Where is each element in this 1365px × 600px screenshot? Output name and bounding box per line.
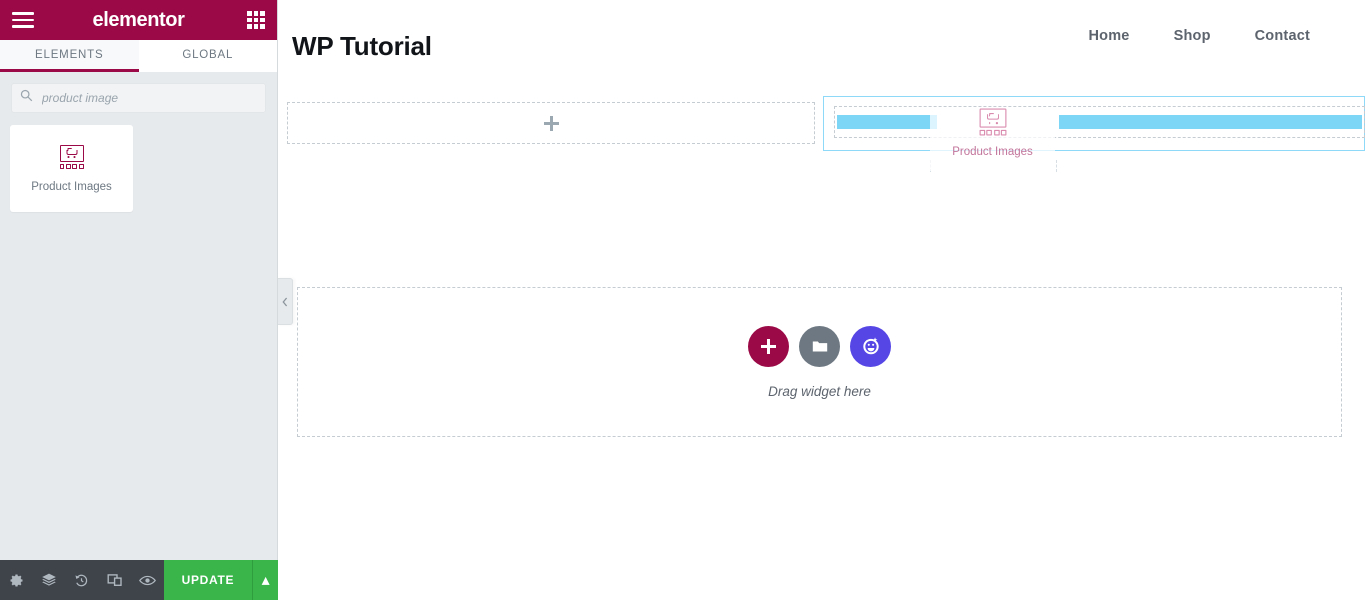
widget-results-list: Product Images xyxy=(0,113,277,212)
chevron-left-icon xyxy=(282,297,288,306)
tab-global[interactable]: GLOBAL xyxy=(138,40,277,72)
preview-canvas: WP Tutorial Home Shop Contact Product Im… xyxy=(279,0,1365,600)
empty-column-left[interactable] xyxy=(287,102,815,144)
drop-placeholder-bar-right xyxy=(1059,115,1362,129)
nav-link-home[interactable]: Home xyxy=(1088,28,1129,44)
site-header: WP Tutorial Home Shop Contact xyxy=(279,0,1365,92)
tab-elements[interactable]: ELEMENTS xyxy=(0,40,139,72)
add-template-button[interactable] xyxy=(799,325,840,367)
section-guide-tick xyxy=(1056,160,1057,172)
drop-placeholder-row xyxy=(834,106,1365,138)
search-box[interactable] xyxy=(11,83,266,113)
settings-gear-icon[interactable] xyxy=(0,560,33,600)
nav-link-contact[interactable]: Contact xyxy=(1255,28,1310,44)
search-area xyxy=(0,72,277,113)
navigator-layers-icon[interactable] xyxy=(33,560,66,600)
folder-icon xyxy=(812,340,827,352)
elementor-logo: elementor xyxy=(92,8,185,31)
elementor-editor: elementor ELEMENTS GLOBAL product image … xyxy=(0,0,1365,600)
editor-panel: elementor ELEMENTS GLOBAL product image … xyxy=(0,0,279,600)
panel-tabs: ELEMENTS GLOBAL xyxy=(0,40,277,72)
panel-footer: UPDATE ▴ xyxy=(0,560,279,600)
grid-apps-icon[interactable] xyxy=(247,11,265,29)
hamburger-menu-icon[interactable] xyxy=(12,12,34,28)
widget-card-product-images[interactable]: Product Images xyxy=(10,125,133,212)
add-buttons-group xyxy=(748,325,891,367)
panel-collapse-handle[interactable] xyxy=(278,278,293,325)
product-images-icon xyxy=(59,144,85,169)
elementor-ai-button[interactable] xyxy=(850,325,891,367)
ai-face-icon xyxy=(862,337,879,355)
plus-icon[interactable] xyxy=(543,115,559,131)
plus-icon xyxy=(761,338,776,354)
section-top: Product Images xyxy=(279,96,1365,172)
search-input[interactable] xyxy=(40,90,240,106)
drag-widget-hint: Drag widget here xyxy=(768,383,871,399)
empty-section-drop-zone[interactable]: Drag widget here xyxy=(297,287,1342,437)
site-nav: Home Shop Contact xyxy=(1088,28,1310,44)
section-guide-tick xyxy=(930,160,931,172)
search-icon xyxy=(20,89,33,107)
nav-link-shop[interactable]: Shop xyxy=(1174,28,1211,44)
update-options-caret-icon[interactable]: ▴ xyxy=(252,560,279,600)
preview-eye-icon[interactable] xyxy=(131,560,164,600)
widget-card-label: Product Images xyxy=(31,180,112,193)
column-right-drop-target[interactable] xyxy=(823,96,1365,151)
drop-placeholder-bar-left xyxy=(837,115,937,129)
update-button[interactable]: UPDATE xyxy=(163,560,253,600)
page-title: WP Tutorial xyxy=(292,30,432,61)
responsive-mode-icon[interactable] xyxy=(98,560,131,600)
add-new-section-button[interactable] xyxy=(748,325,789,367)
panel-header: elementor xyxy=(0,0,277,40)
history-icon[interactable] xyxy=(65,560,98,600)
